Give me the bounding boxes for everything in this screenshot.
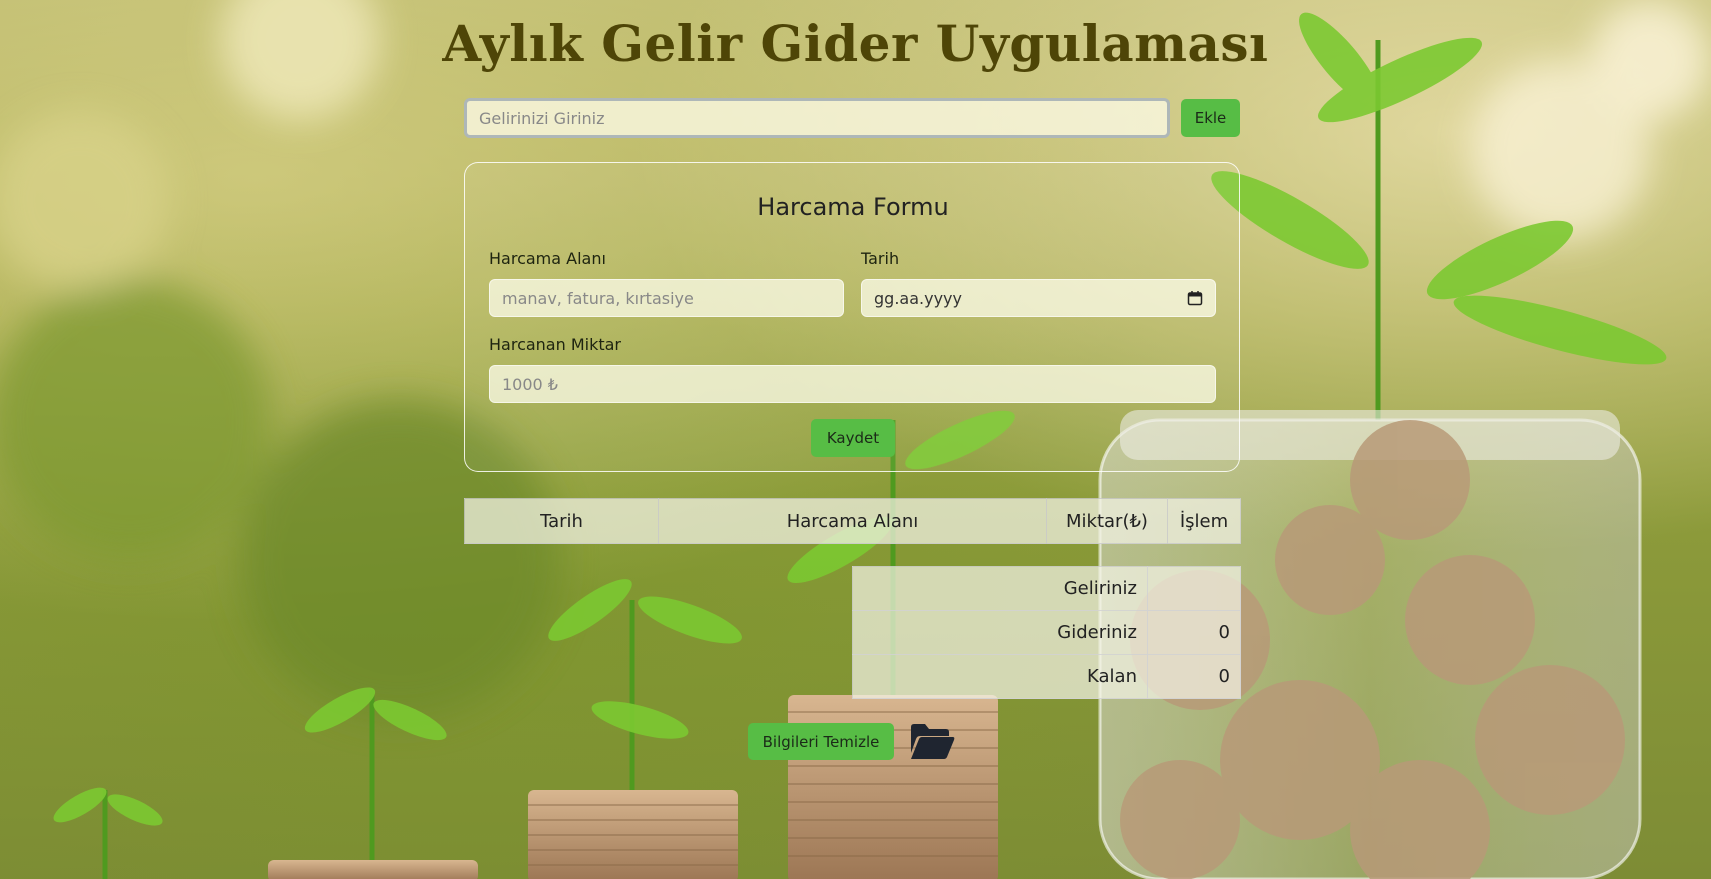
summary-value: 0 [1147,610,1241,655]
summary-value: 0 [1147,654,1241,699]
folder-open-icon[interactable] [908,721,956,761]
date-input[interactable]: gg.aa.yyyy [861,279,1216,317]
form-title: Harcama Formu [757,193,949,221]
table-header-row: Tarih Harcama Alanı Miktar(₺) İşlem [464,498,1241,544]
summary-label: Kalan [852,654,1148,699]
summary-table: Geliriniz Gideriniz 0 Kalan 0 [852,566,1241,699]
amount-input[interactable] [489,365,1216,403]
expense-form: Harcama Formu Harcama Alanı Tarih gg.aa.… [464,162,1240,472]
col-header-action: İşlem [1167,498,1241,544]
col-header-expense-area: Harcama Alanı [658,498,1047,544]
col-header-amount: Miktar(₺) [1046,498,1168,544]
page-title: Aylık Gelir Gider Uygulaması [442,14,1269,73]
summary-row-remaining: Kalan 0 [852,654,1241,699]
summary-label: Gideriniz [852,610,1148,655]
expense-area-input[interactable] [489,279,844,317]
income-input[interactable] [464,98,1170,138]
expense-area-label: Harcama Alanı [489,249,606,268]
date-label: Tarih [861,249,900,268]
summary-row-expense: Gideriniz 0 [852,610,1241,655]
save-button[interactable]: Kaydet [811,419,895,457]
amount-label: Harcanan Miktar [489,335,622,354]
date-value: gg.aa.yyyy [874,288,962,308]
expense-table: Tarih Harcama Alanı Miktar(₺) İşlem [464,498,1241,544]
clear-data-button[interactable]: Bilgileri Temizle [748,723,894,760]
calendar-icon[interactable] [1187,290,1203,306]
summary-label: Geliriniz [852,566,1148,611]
add-income-button[interactable]: Ekle [1181,99,1240,137]
summary-row-income: Geliriniz [852,566,1241,611]
summary-value [1147,566,1241,611]
col-header-date: Tarih [464,498,659,544]
